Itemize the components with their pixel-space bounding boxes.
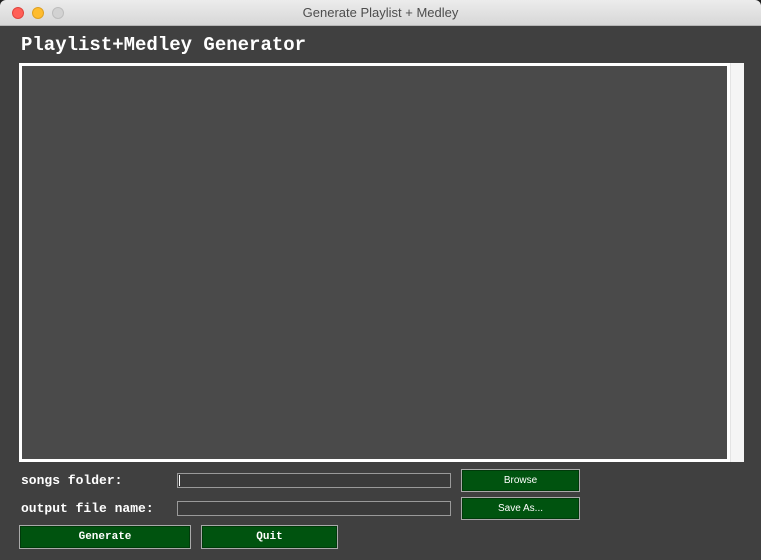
app-heading: Playlist+Medley Generator [21,34,307,56]
quit-button[interactable]: Quit [201,525,338,549]
songs-folder-label: songs folder: [21,473,123,488]
generate-button[interactable]: Generate [19,525,191,549]
output-file-name-input[interactable] [177,501,451,516]
output-scrollbar[interactable] [730,63,744,462]
save-as-button[interactable]: Save As... [461,497,580,520]
output-file-name-label: output file name: [21,501,154,516]
output-text-area[interactable] [19,63,730,462]
browse-button[interactable]: Browse [461,469,580,492]
output-text-content[interactable] [22,66,727,459]
songs-folder-input[interactable] [177,473,451,488]
title-bar[interactable]: Generate Playlist + Medley [0,0,761,26]
text-caret [179,475,180,486]
app-window: Generate Playlist + Medley Playlist+Medl… [0,0,761,560]
window-title: Generate Playlist + Medley [302,5,459,20]
